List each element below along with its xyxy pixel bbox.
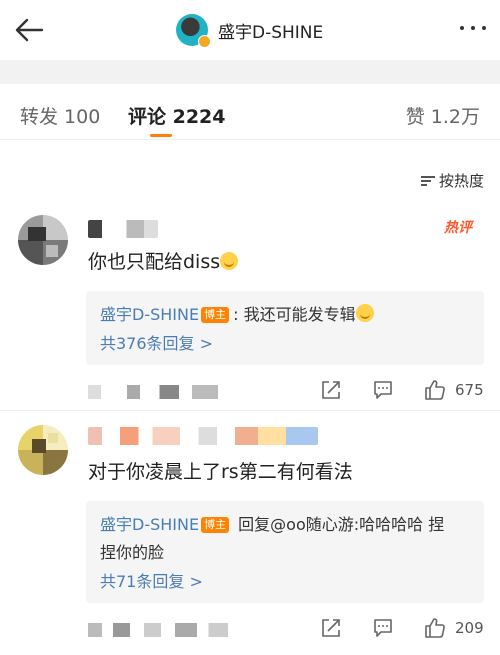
active-tab-indicator [150, 134, 172, 137]
back-arrow-icon[interactable] [12, 12, 48, 48]
reply-line: 盛宇D-SHINE 博主: 我还可能发专辑 [100, 301, 470, 329]
comment-body: 你也只配给diss [88, 251, 221, 273]
comment-icon[interactable] [372, 379, 394, 401]
reply-username[interactable]: 盛宇D-SHINE [100, 515, 199, 534]
blurred-username[interactable] [88, 220, 158, 238]
reply-preview[interactable]: 盛宇D-SHINE 博主: 我还可能发专辑 共376条回复 > [86, 291, 484, 365]
sort-label: 按热度 [438, 172, 484, 190]
like-count: 675 [455, 381, 484, 399]
view-replies-link[interactable]: 共71条回复 > [100, 569, 470, 595]
sort-button[interactable]: 按热度 [420, 170, 484, 191]
comment-icon[interactable] [372, 617, 394, 639]
reply-username[interactable]: 盛宇D-SHINE [100, 305, 199, 324]
comment-text: 你也只配给diss [88, 247, 239, 274]
reply-text-continued: 捏你的脸 [100, 543, 165, 562]
repost-icon[interactable] [320, 379, 342, 401]
header-title-group[interactable]: 盛宇D-SHINE [176, 12, 323, 48]
like-icon[interactable] [424, 379, 446, 401]
avatar[interactable] [176, 14, 211, 48]
comment-actions: 675 [0, 377, 500, 407]
blurred-timestamp [88, 623, 228, 637]
view-replies-link[interactable]: 共376条回复 > [100, 331, 470, 357]
blurred-timestamp [88, 385, 218, 399]
reply-text: : 我还可能发专辑 [233, 305, 356, 324]
smile-emoji-icon [355, 304, 374, 322]
like-count: 209 [455, 619, 484, 637]
reply-line: 盛宇D-SHINE 博主 回复@oo随心游:哈哈哈哈 捏 [100, 511, 470, 539]
reply-text: 回复@oo随心游:哈哈哈哈 捏 [233, 515, 445, 534]
comment-text: 对于你凌晨上了rs第二有何看法 [88, 457, 353, 484]
smile-emoji-icon [220, 252, 239, 270]
author-tag: 博主 [201, 307, 230, 323]
tab-comments[interactable]: 评论 2224 [128, 102, 226, 129]
like-icon[interactable] [424, 617, 446, 639]
comment-actions: 209 [0, 615, 500, 645]
blurred-username[interactable] [88, 427, 318, 445]
author-tag: 博主 [201, 517, 230, 533]
section-divider [0, 60, 500, 84]
tab-likes[interactable]: 赞 1.2万 [406, 102, 480, 129]
page-title: 盛宇D-SHINE [218, 22, 324, 43]
sort-icon [420, 175, 435, 187]
comment-body: 对于你凌晨上了rs第二有何看法 [88, 461, 353, 483]
top-bar: 盛宇D-SHINE [0, 0, 500, 60]
repost-icon[interactable] [320, 617, 342, 639]
reply-preview[interactable]: 盛宇D-SHINE 博主 回复@oo随心游:哈哈哈哈 捏 捏你的脸 共71条回复 … [86, 501, 484, 603]
comment-divider [0, 410, 500, 411]
avatar[interactable] [18, 215, 68, 265]
avatar[interactable] [18, 425, 68, 475]
tab-bar: 转发 100 评论 2224 赞 1.2万 [0, 84, 500, 140]
verified-badge-icon [198, 35, 211, 48]
tab-reposts[interactable]: 转发 100 [20, 102, 100, 129]
more-dots-icon[interactable] [460, 26, 486, 30]
hot-comment-badge: 热评 [444, 220, 472, 236]
